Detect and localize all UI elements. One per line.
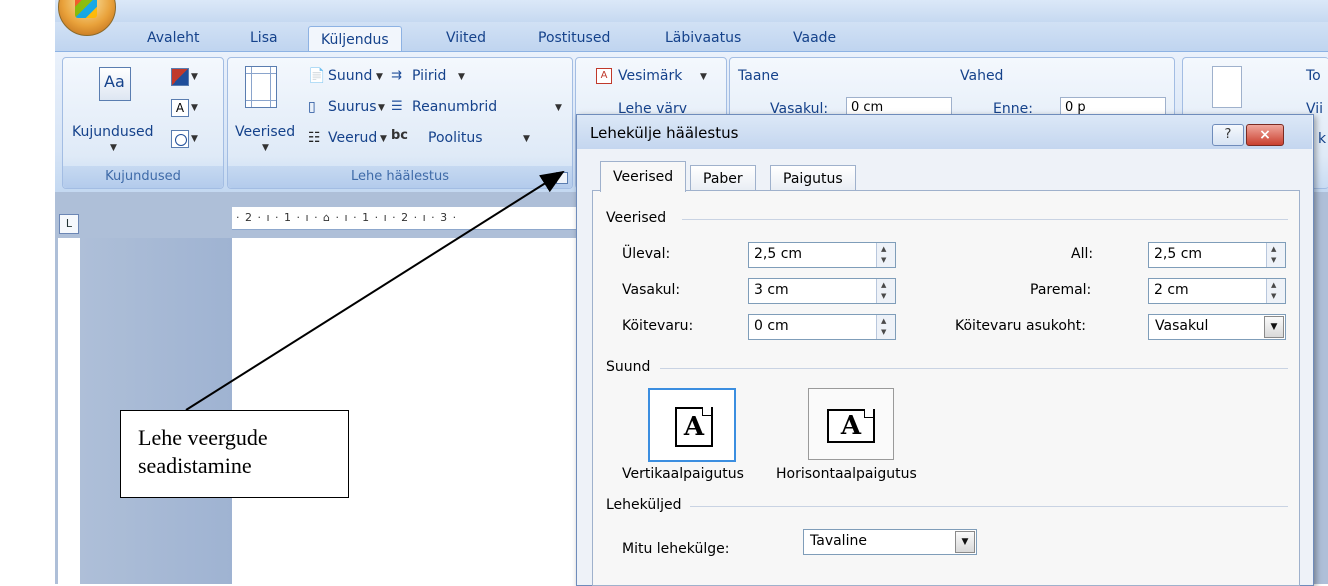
callout-text: Lehe veergude seadistamine xyxy=(138,424,338,480)
callout-line-2: seadistamine xyxy=(138,453,252,478)
callout-line-1: Lehe veergude xyxy=(138,425,268,450)
tab-veerised[interactable]: Veerised xyxy=(600,161,687,192)
